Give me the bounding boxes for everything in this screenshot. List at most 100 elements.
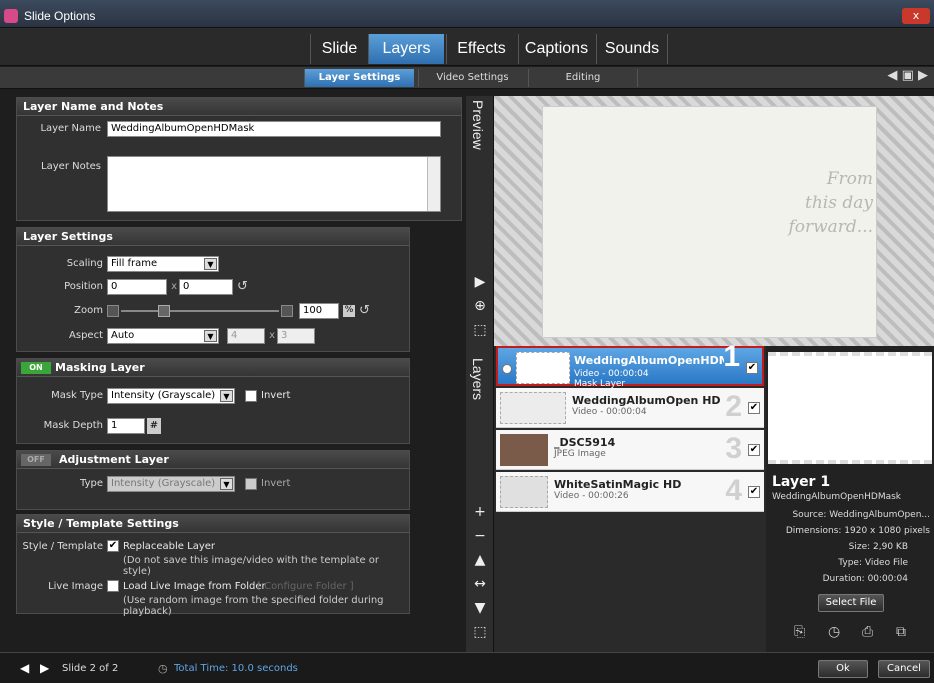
zoom-out-icon[interactable] — [107, 305, 119, 317]
add-layer-icon[interactable]: + — [470, 502, 490, 522]
live-image-label: Live Image — [48, 581, 103, 592]
copy-file-icon[interactable]: ⎙ — [862, 624, 873, 640]
prev-slide-icon[interactable]: ◀ — [20, 661, 29, 675]
scaling-select[interactable]: Fill frame ▼ — [107, 256, 219, 272]
select-file-button[interactable]: Select File — [818, 594, 884, 612]
vertical-toolbar: Preview ▶ ⊕ ⬚ Layers + − ▲ ↔ ▼ ⬚ — [466, 96, 494, 652]
preview-area[interactable]: From this day forward... — [494, 96, 934, 346]
paste-file-icon[interactable]: ⧉ — [896, 624, 906, 640]
select-layer-icon[interactable]: ⬚ — [470, 622, 490, 642]
tab-video-settings[interactable]: Video Settings — [418, 69, 526, 87]
reset-position-icon[interactable]: ↺ — [237, 279, 248, 294]
tab-slide[interactable]: Slide — [310, 34, 368, 64]
mask-type-select[interactable]: Intensity (Grayscale) ▼ — [107, 388, 235, 404]
adjustment-type-select[interactable]: Intensity (Grayscale) ▼ — [107, 476, 235, 492]
layer-notes-input[interactable] — [107, 156, 441, 212]
layer-radio[interactable] — [502, 364, 512, 374]
window-title: Slide Options — [24, 9, 96, 23]
cancel-button[interactable]: Cancel — [878, 660, 930, 678]
layer-thumbnail — [516, 352, 570, 384]
swap-icon[interactable]: ↔ — [470, 574, 490, 594]
position-x-input[interactable]: 0 — [107, 279, 167, 295]
layer-info-title: Layer 1 — [772, 474, 831, 490]
layer-notes-label: Layer Notes — [41, 161, 101, 172]
layer-visible-checkbox[interactable]: ✔ — [748, 402, 760, 414]
clock-icon: ◷ — [158, 662, 168, 675]
remove-layer-icon[interactable]: − — [470, 526, 490, 546]
title-bar: Slide Options x — [0, 0, 934, 28]
arrow-right-icon[interactable]: ▶ — [918, 68, 928, 83]
chevron-down-icon[interactable]: ▼ — [204, 330, 217, 342]
masking-toggle[interactable]: ON — [21, 362, 51, 374]
invert-label: Invert — [261, 390, 291, 401]
time-icon[interactable]: ◷ — [828, 624, 840, 640]
mask-type-label: Mask Type — [51, 390, 103, 401]
move-down-icon[interactable]: ▼ — [470, 598, 490, 618]
chevron-down-icon[interactable]: ▼ — [204, 258, 217, 270]
edit-icon[interactable]: ⎘ — [794, 624, 805, 640]
tab-layers[interactable]: Layers — [368, 34, 444, 64]
configure-folder-link[interactable]: [ Configure Folder ] — [257, 581, 354, 592]
next-slide-icon[interactable]: ▶ — [40, 661, 49, 675]
chevron-down-icon[interactable]: ▼ — [220, 390, 233, 402]
mask-invert-checkbox[interactable] — [245, 390, 257, 402]
layer-visible-checkbox[interactable]: ✔ — [748, 486, 760, 498]
aspect-height-input[interactable]: 3 — [277, 328, 315, 344]
layer-visible-checkbox[interactable]: ✔ — [748, 444, 760, 456]
style-template-label: Style / Template — [22, 541, 103, 552]
panel-title: Masking Layer — [55, 361, 145, 374]
position-y-input[interactable]: 0 — [179, 279, 233, 295]
zoom-input[interactable]: 100 — [299, 303, 339, 319]
replaceable-label: Replaceable Layer — [123, 541, 216, 552]
notes-scrollbar[interactable] — [427, 157, 440, 211]
invert-label: Invert — [261, 478, 291, 489]
tab-sounds[interactable]: Sounds — [596, 34, 668, 64]
move-up-icon[interactable]: ▲ — [470, 550, 490, 570]
position-label: Position — [64, 281, 103, 292]
tab-layer-settings[interactable]: Layer Settings — [304, 69, 414, 87]
select-preview-icon[interactable]: ⬚ — [470, 320, 490, 340]
zoom-thumb[interactable] — [157, 305, 170, 317]
chevron-down-icon[interactable]: ▼ — [220, 478, 233, 490]
replaceable-checkbox[interactable]: ✔ — [107, 540, 119, 552]
adjustment-invert-checkbox[interactable] — [245, 478, 257, 490]
scaling-value: Fill frame — [111, 258, 158, 269]
layer-item[interactable]: WeddingAlbumOpen HD Video - 00:00:04 2 ✔ — [496, 388, 764, 428]
panel-header: OFF Adjustment Layer — [17, 451, 409, 469]
preview-label[interactable]: Preview — [470, 100, 486, 150]
ok-button[interactable]: Ok — [818, 660, 868, 678]
preview-line: forward... — [788, 217, 873, 237]
zoom-slider[interactable] — [107, 305, 293, 317]
layer-item[interactable]: WeddingAlbumOpenHDMa... Video - 00:00:04… — [496, 342, 764, 389]
zoom-track[interactable] — [121, 310, 279, 312]
layer-visible-checkbox[interactable]: ✔ — [746, 362, 758, 374]
x-separator: x — [171, 281, 177, 292]
copy-icon[interactable]: ▣ — [902, 68, 914, 83]
aspect-select[interactable]: Auto ▼ — [107, 328, 219, 344]
tab-editing[interactable]: Editing — [528, 69, 638, 87]
aspect-width-input[interactable]: 4 — [227, 328, 265, 344]
sub-tabs: Layer Settings Video Settings Editing ◀ … — [0, 67, 934, 89]
layers-label[interactable]: Layers — [470, 358, 486, 400]
load-live-image-checkbox[interactable] — [107, 580, 119, 592]
layer-item[interactable]: _DSC5914 JPEG Image 3 ✔ — [496, 430, 764, 470]
zoom-preview-icon[interactable]: ⊕ — [470, 296, 490, 316]
tab-captions[interactable]: Captions — [518, 34, 594, 64]
reset-zoom-icon[interactable]: ↺ — [359, 303, 370, 318]
layer-thumbnail — [500, 476, 548, 508]
preview-image: From this day forward... — [542, 106, 877, 338]
panel-title: Style / Template Settings — [17, 515, 409, 533]
zoom-in-icon[interactable] — [281, 305, 293, 317]
play-icon[interactable]: ▶ — [470, 272, 490, 292]
tab-effects[interactable]: Effects — [446, 34, 516, 64]
layer-info-toolbar: ⎘ ◷ ⎙ ⧉ — [766, 620, 934, 648]
slide-counter: Slide 2 of 2 — [62, 663, 119, 674]
adjustment-toggle[interactable]: OFF — [21, 454, 51, 466]
nav-arrows[interactable]: ◀ ▣ ▶ — [887, 68, 928, 83]
layer-item[interactable]: WhiteSatinMagic HD Video - 00:00:26 4 ✔ — [496, 472, 764, 512]
layer-thumbnail — [500, 392, 566, 424]
arrow-left-icon[interactable]: ◀ — [887, 68, 897, 83]
close-button[interactable]: x — [902, 8, 930, 24]
layer-name-input[interactable]: WeddingAlbumOpenHDMask — [107, 121, 441, 137]
mask-depth-input[interactable]: 1 — [107, 418, 145, 434]
